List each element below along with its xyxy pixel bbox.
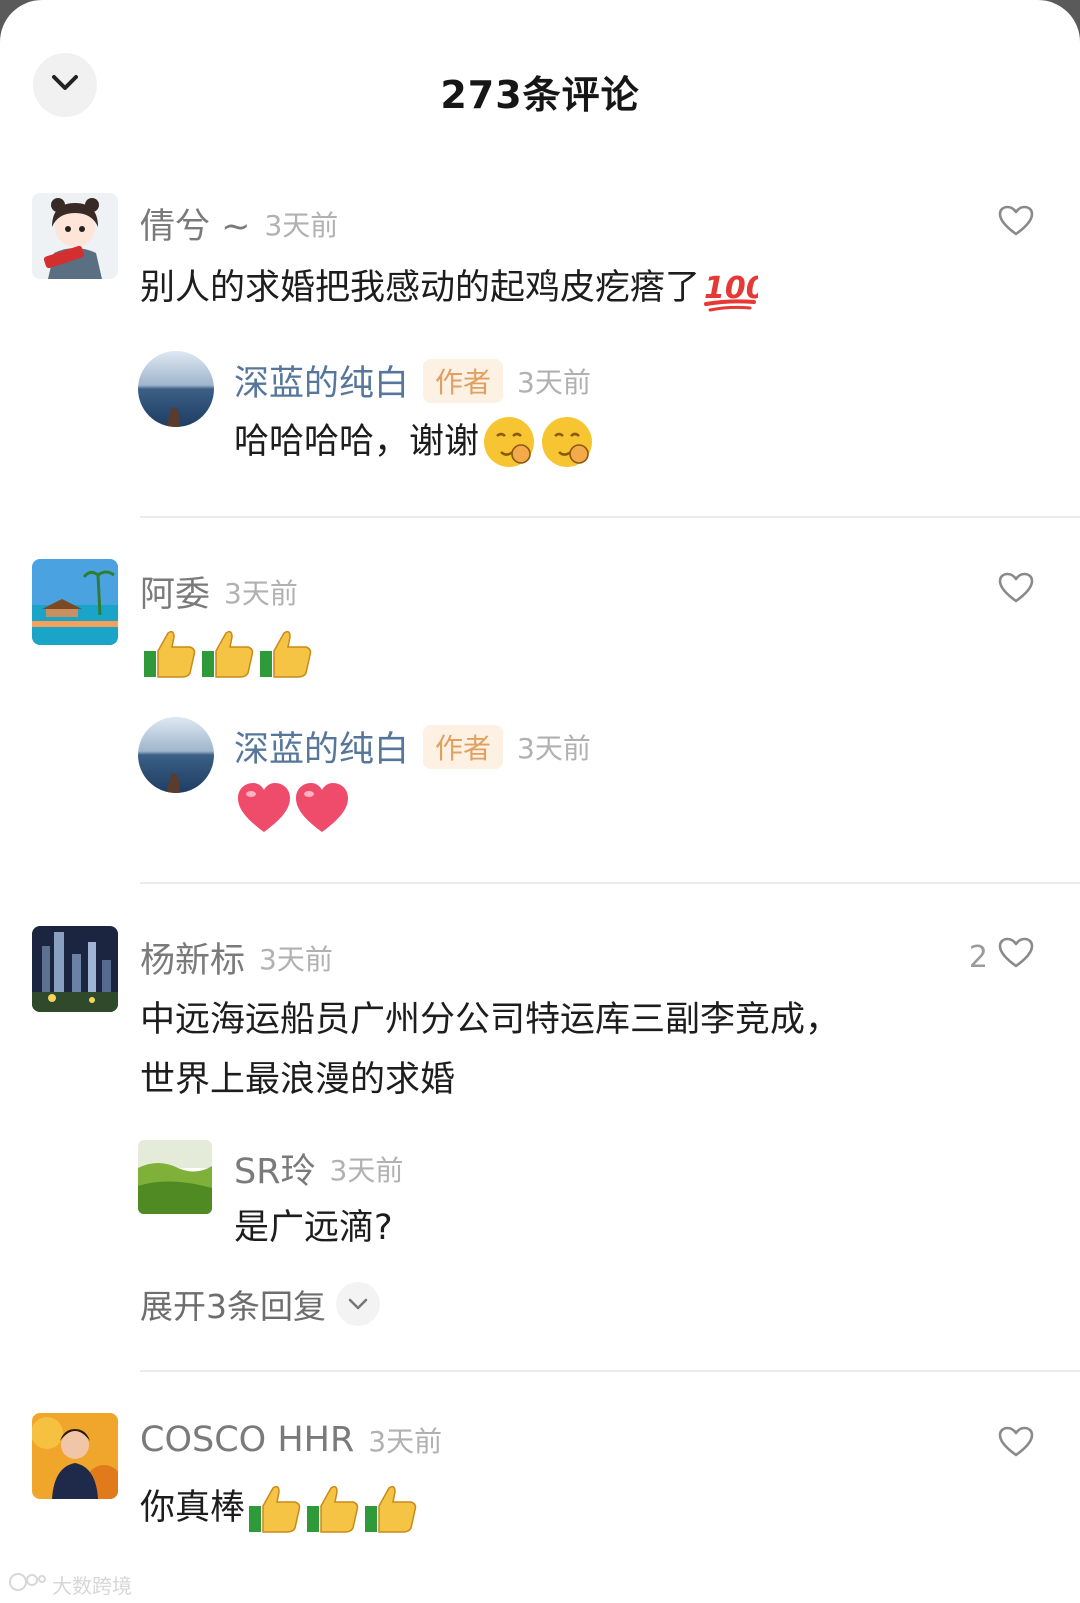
reply-meta: SR玲 3天前	[234, 1143, 403, 1194]
chevron-down-icon	[336, 1282, 380, 1326]
author-badge: 作者	[423, 358, 504, 403]
commenter-name[interactable]: 倩兮 ~	[140, 198, 250, 249]
heart-outline-icon	[998, 572, 1034, 612]
thumbs-up-emoji	[363, 1480, 419, 1536]
reply-meta: 深蓝的纯白 作者 3天前	[234, 355, 591, 406]
commenter-name[interactable]: 杨新标	[140, 932, 245, 983]
reply-avatar[interactable]	[138, 351, 214, 427]
reply-meta: 深蓝的纯白 作者 3天前	[234, 721, 591, 772]
expand-replies-button[interactable]: 展开3条回复	[140, 1280, 380, 1328]
heart-outline-icon	[998, 205, 1034, 245]
comment-time: 3天前	[259, 942, 333, 976]
comments-sheet: 273条评论 倩兮 ~ 3天前 别人的求婚把我感动的起鸡皮疙瘩了 10 深蓝的纯…	[0, 0, 1080, 1603]
page-title: 273条评论	[440, 73, 640, 117]
like-count: 2	[968, 939, 988, 975]
thumbs-up-emoji	[200, 625, 256, 681]
like-button[interactable]: 2	[969, 937, 1034, 977]
like-button[interactable]	[998, 1426, 1034, 1466]
watermark-logo-icon	[8, 1571, 48, 1598]
reply-text: 哈哈哈哈，谢谢	[234, 412, 595, 472]
comment-time: 3天前	[368, 1425, 443, 1458]
comment-text: 你真棒	[140, 1478, 419, 1538]
thumbs-up-emoji	[305, 1480, 361, 1536]
comment-time: 3天前	[264, 208, 339, 242]
comment-text: 中远海运船员广州分公司特运库三副李竞成， 世界上最浪漫的求婚	[140, 1000, 841, 1100]
comment-time: 3天前	[224, 576, 298, 610]
thumbs-up-emoji	[142, 625, 198, 681]
reply-text	[234, 780, 350, 836]
commenter-name[interactable]: 阿委	[140, 566, 210, 617]
shy-face-emoji	[539, 414, 595, 470]
thumbs-up-emoji	[258, 625, 314, 681]
heart-outline-icon	[998, 937, 1034, 977]
avatar[interactable]	[32, 1413, 118, 1499]
shy-face-emoji	[481, 414, 537, 470]
comment-meta: 阿委 3天前	[140, 566, 298, 617]
comment-text: 别人的求婚把我感动的起鸡皮疙瘩了 100	[140, 258, 758, 318]
watermark: 大数跨境	[8, 1570, 132, 1599]
avatar[interactable]	[32, 559, 118, 645]
reply-avatar[interactable]	[138, 1140, 212, 1214]
comment-meta: 杨新标 3天前	[140, 932, 333, 983]
red-heart-emoji	[236, 780, 292, 836]
reply-time: 3天前	[329, 1153, 404, 1187]
like-button[interactable]	[998, 205, 1034, 245]
reply-time: 3天前	[517, 365, 591, 399]
author-badge: 作者	[423, 724, 504, 769]
reply-author-name[interactable]: 深蓝的纯白	[234, 721, 409, 772]
red-heart-emoji	[294, 780, 350, 836]
comment-text	[140, 625, 314, 681]
avatar[interactable]	[32, 926, 118, 1012]
commenter-name[interactable]: COSCO HHR	[140, 1420, 354, 1460]
reply-time: 3天前	[517, 731, 591, 765]
expand-replies-label: 展开3条回复	[140, 1287, 326, 1326]
watermark-text: 大数跨境	[52, 1574, 132, 1598]
reply-avatar[interactable]	[138, 717, 214, 793]
comment-meta: COSCO HHR 3天前	[140, 1420, 442, 1460]
divider	[140, 1370, 1080, 1372]
thumbs-up-emoji	[247, 1480, 303, 1536]
reply-text: 是广远滴?	[234, 1208, 393, 1248]
hundred-points-emoji: 100	[702, 260, 758, 316]
reply-name[interactable]: SR玲	[234, 1143, 316, 1194]
like-button[interactable]	[998, 572, 1034, 612]
avatar[interactable]	[32, 193, 118, 279]
reply-author-name[interactable]: 深蓝的纯白	[234, 355, 409, 406]
divider	[140, 882, 1080, 884]
heart-outline-icon	[998, 1426, 1034, 1466]
divider	[140, 516, 1080, 518]
comment-meta: 倩兮 ~ 3天前	[140, 198, 338, 249]
